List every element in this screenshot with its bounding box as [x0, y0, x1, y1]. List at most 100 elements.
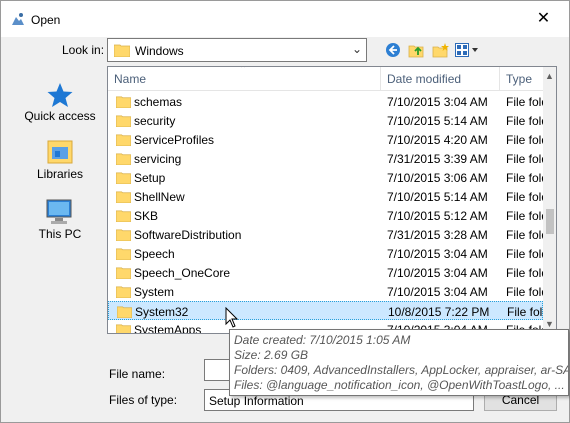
row-type: File folder	[507, 305, 544, 319]
folder-icon	[116, 172, 131, 184]
table-row[interactable]: servicing 7/31/2015 3:39 AM File folder	[108, 149, 543, 168]
folder-icon	[116, 248, 131, 260]
row-name: SystemApps	[134, 323, 202, 334]
table-row[interactable]: ShellNew 7/10/2015 5:14 AM File folder	[108, 187, 543, 206]
new-folder-button[interactable]	[431, 41, 451, 59]
row-type: File folder	[506, 133, 543, 147]
app-icon	[12, 13, 24, 25]
table-row[interactable]: SoftwareDistribution 7/31/2015 3:28 AM Fil…	[108, 225, 543, 244]
mouse-cursor-icon	[225, 307, 239, 328]
look-in-value: Windows	[135, 44, 184, 58]
row-name: Speech	[134, 247, 175, 261]
row-date: 7/10/2015 5:14 AM	[387, 190, 488, 204]
back-button[interactable]	[383, 41, 403, 59]
scrollbar-thumb[interactable]	[546, 209, 554, 234]
scroll-up-icon[interactable]: ▲	[545, 71, 554, 81]
tooltip-size: Size: 2.69 GB	[234, 348, 309, 362]
row-date: 7/10/2015 5:14 AM	[387, 114, 488, 128]
place-libraries[interactable]: Libraries	[16, 133, 104, 181]
table-row[interactable]: Speech_OneCore 7/10/2015 3:04 AM File fold…	[108, 263, 543, 282]
close-button[interactable]: ✕	[521, 4, 566, 32]
tooltip-folders: Folders: 0409, AdvancedInstallers, AppLo…	[234, 363, 569, 377]
scroll-down-icon[interactable]: ▼	[545, 319, 554, 329]
table-row[interactable]: ServiceProfiles 7/10/2015 4:20 AM File fol…	[108, 130, 543, 149]
tooltip-files: Files: @language_notification_icon, @Ope…	[234, 378, 565, 392]
row-date: 7/10/2015 3:04 AM	[387, 266, 488, 280]
row-date: 10/8/2015 7:22 PM	[388, 305, 490, 319]
folder-icon	[116, 229, 131, 241]
window-title: Open	[31, 13, 61, 27]
row-type: File folder	[506, 95, 543, 109]
row-name: SoftwareDistribution	[134, 228, 242, 242]
libraries-icon	[47, 140, 73, 164]
vertical-scrollbar[interactable]: ▲ ▼	[543, 67, 556, 333]
row-name: Setup	[134, 171, 166, 185]
row-name: Speech_OneCore	[134, 266, 231, 280]
places-bar: Quick access Libraries This PC	[16, 67, 104, 347]
row-type: File folder	[506, 285, 543, 299]
row-type: File folder	[506, 114, 543, 128]
folder-icon	[116, 153, 131, 165]
table-row[interactable]: SKB 7/10/2015 5:12 AM File folder	[108, 206, 543, 225]
row-name: System32	[135, 305, 189, 319]
row-date: 7/31/2015 3:39 AM	[387, 152, 488, 166]
files-of-type-value: Setup Information	[209, 394, 304, 408]
folder-icon	[116, 286, 131, 298]
look-in-label: Look in:	[62, 43, 105, 57]
row-date: 7/10/2015 5:12 AM	[387, 209, 488, 223]
place-label: Libraries	[36, 167, 84, 181]
row-date: 7/10/2015 3:04 AM	[387, 285, 488, 299]
table-row[interactable]: Speech 7/10/2015 3:04 AM File folder	[108, 244, 543, 263]
place-label: Quick access	[24, 109, 96, 123]
row-type: File folder	[506, 228, 543, 242]
star-icon	[47, 83, 73, 107]
new-folder-icon	[432, 43, 449, 58]
table-row[interactable]: System 7/10/2015 3:04 AM File folder	[108, 282, 543, 301]
folder-icon	[116, 267, 131, 279]
table-row[interactable]: schemas 7/10/2015 3:04 AM File folder	[108, 92, 543, 111]
files-of-type-label: Files of type:	[109, 393, 178, 407]
list-header: ⌃ Name Date modified Type	[108, 67, 543, 91]
table-row[interactable]: security 7/10/2015 5:14 AM File folder	[108, 111, 543, 130]
row-name: security	[134, 114, 176, 128]
folder-icon	[116, 96, 131, 108]
row-name: ShellNew	[134, 190, 185, 204]
row-type: File folder	[506, 209, 543, 223]
file-name-label: File name:	[109, 367, 166, 381]
row-type: File folder	[506, 190, 543, 204]
row-date: 7/10/2015 3:04 AM	[387, 247, 488, 261]
tooltip-date-created: Date created: 7/10/2015 1:05 AM	[234, 333, 411, 347]
folder-icon	[116, 191, 131, 203]
row-date: 7/10/2015 4:20 AM	[387, 133, 488, 147]
row-name: System	[134, 285, 175, 299]
place-label: This PC	[38, 227, 82, 241]
title-bar: Open ✕	[1, 1, 569, 37]
row-type: File folder	[506, 247, 543, 261]
up-folder-button[interactable]	[407, 41, 427, 59]
file-list[interactable]: ⌃ Name Date modified Type schemas 7/10/20…	[107, 66, 557, 334]
column-header-type[interactable]: Type	[500, 67, 543, 91]
row-name: servicing	[134, 152, 182, 166]
row-date: 7/10/2015 3:04 AM	[387, 95, 488, 109]
table-row[interactable]: Setup 7/10/2015 3:06 AM File folder	[108, 168, 543, 187]
row-name: ServiceProfiles	[134, 133, 215, 147]
column-header-name[interactable]: Name	[108, 67, 381, 91]
close-icon: ✕	[536, 10, 551, 27]
place-quick-access[interactable]: Quick access	[16, 75, 104, 123]
look-in-dropdown[interactable]: Windows ⌄	[107, 38, 367, 62]
column-header-date[interactable]: Date modified	[381, 67, 500, 91]
folder-icon	[116, 324, 131, 333]
folder-info-tooltip: Date created: 7/10/2015 1:05 AM Size: 2.…	[229, 329, 569, 396]
back-arrow-icon	[386, 43, 400, 57]
view-menu-button[interactable]	[454, 41, 480, 59]
folder-icon	[114, 44, 130, 57]
open-dialog: Open ✕ Look in: Windows ⌄ Quick access L…	[0, 0, 570, 423]
place-this-pc[interactable]: This PC	[16, 193, 104, 241]
row-type: File folder	[506, 152, 543, 166]
folder-icon	[117, 306, 132, 318]
up-folder-icon	[408, 45, 424, 58]
row-type: File folder	[506, 266, 543, 280]
row-date: 7/31/2015 3:28 AM	[387, 228, 488, 242]
table-row[interactable]: System32 10/8/2015 7:22 PM File folder	[108, 301, 544, 320]
row-date: 7/10/2015 3:06 AM	[387, 171, 488, 185]
